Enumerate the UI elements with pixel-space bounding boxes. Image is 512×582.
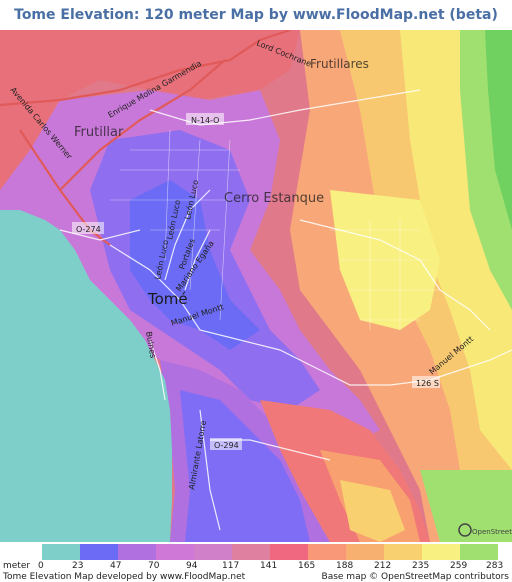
- legend-unit: meter: [3, 561, 31, 571]
- legend-bar: [42, 544, 498, 560]
- legend-label: 212: [374, 561, 392, 571]
- legend-swatch: [194, 544, 232, 560]
- footer-attribution: Base map © OpenStreetMap contributors: [321, 572, 509, 582]
- legend-label: 94: [186, 561, 198, 571]
- legend-label: 235: [412, 561, 430, 571]
- legend-swatch: [308, 544, 346, 560]
- legend-label: 188: [336, 561, 354, 571]
- label-o294: O-294: [214, 441, 239, 450]
- footer-credit: Tome Elevation Map developed by www.Floo…: [3, 572, 246, 582]
- title-bar: Tome Elevation: 120 meter Map by www.Flo…: [0, 0, 512, 30]
- label-126s: 126 S: [416, 379, 439, 388]
- label-cerro-estanque: Cerro Estanque: [224, 191, 324, 206]
- osm-watermark: OpenStreetMap: [472, 528, 512, 536]
- legend-label: 47: [110, 561, 122, 571]
- map-canvas: Tomé Frutillar Frutillares Cerro Estanqu…: [0, 30, 512, 542]
- label-frutillar: Frutillar: [74, 125, 124, 140]
- legend-label: 23: [72, 561, 84, 571]
- legend-swatch: [232, 544, 270, 560]
- legend-swatch: [270, 544, 308, 560]
- legend-swatch: [42, 544, 80, 560]
- label-frutillares: Frutillares: [310, 57, 369, 71]
- legend-swatch: [346, 544, 384, 560]
- label-o274: O-274: [76, 225, 101, 234]
- legend-label: 283: [486, 561, 504, 571]
- legend-label: 165: [298, 561, 316, 571]
- legend-label: 0: [38, 561, 44, 571]
- legend-label: 141: [260, 561, 278, 571]
- legend: meter 0 23 47 70 94 117 141 165 188 212 …: [0, 542, 512, 582]
- legend-label: 259: [450, 561, 468, 571]
- page-title: Tome Elevation: 120 meter Map by www.Flo…: [14, 7, 498, 23]
- legend-label: 117: [222, 561, 240, 571]
- legend-label: 70: [148, 561, 160, 571]
- legend-swatch: [118, 544, 156, 560]
- legend-swatch: [460, 544, 498, 560]
- elevation-map[interactable]: Tomé Frutillar Frutillares Cerro Estanqu…: [0, 30, 512, 542]
- legend-swatch: [156, 544, 194, 560]
- legend-swatch: [80, 544, 118, 560]
- label-n14o: N-14-O: [191, 116, 219, 125]
- legend-swatch: [384, 544, 422, 560]
- legend-swatch: [422, 544, 460, 560]
